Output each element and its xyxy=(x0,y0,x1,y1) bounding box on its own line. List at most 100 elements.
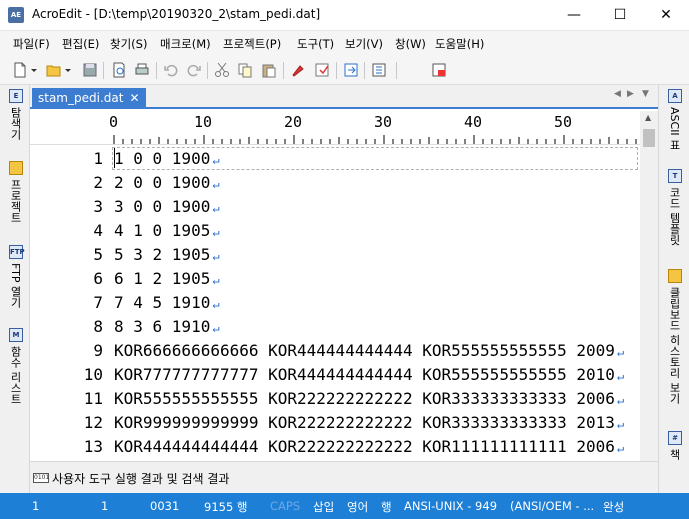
ruler-label: 0 xyxy=(109,113,119,131)
editor-line: 3 3 0 0 1900 ↵ xyxy=(30,195,640,219)
line-text[interactable]: KOR444444444444 KOR222222222222 KOR11111… xyxy=(114,435,624,460)
line-text[interactable]: 7 4 5 1910 ↵ xyxy=(114,291,220,316)
column-mode-icon[interactable] xyxy=(431,62,447,78)
eol-mark: ↵ xyxy=(616,369,625,383)
tab-stam-pedi[interactable]: stam_pedi.dat ✕ xyxy=(32,88,146,109)
line-number: 3 xyxy=(93,197,103,216)
toolbar-separator xyxy=(336,62,337,79)
ruler-label: 50 xyxy=(554,113,573,131)
line-text[interactable]: 6 1 2 1905 ↵ xyxy=(114,267,220,292)
line-number: 1 xyxy=(93,149,103,168)
new-file-icon[interactable] xyxy=(12,62,28,78)
tab-list-icon[interactable]: ▼ xyxy=(642,89,649,99)
menu-window[interactable]: 창(W) xyxy=(395,36,426,52)
paste-icon[interactable] xyxy=(261,62,277,78)
line-number: 11 xyxy=(83,389,103,408)
ascii-table-tab[interactable]: ASCII 표 xyxy=(666,107,682,150)
redo-icon[interactable] xyxy=(186,62,202,78)
line-text[interactable]: KOR555555555555 KOR222222222222 KOR33333… xyxy=(114,387,624,412)
menu-file[interactable]: 파일(F) xyxy=(13,36,50,52)
editor-line: 6 6 1 2 1905 ↵ xyxy=(30,267,640,291)
menu-project[interactable]: 프로젝트(P) xyxy=(223,36,281,52)
book-icon[interactable]: # xyxy=(668,431,682,445)
goto-icon[interactable] xyxy=(343,62,359,78)
tab-next-icon[interactable]: ▶ xyxy=(627,89,634,99)
new-file-dropdown-icon[interactable] xyxy=(30,62,38,78)
project-tab[interactable]: 프로젝트 xyxy=(7,179,23,223)
maximize-button[interactable]: ☐ xyxy=(597,0,643,31)
line-number: 2 xyxy=(93,173,103,192)
undo-icon[interactable] xyxy=(163,62,179,78)
ruler-label: 10 xyxy=(194,113,213,131)
status-encoding-detail[interactable]: (ANSI/OEM - ... xyxy=(510,499,594,513)
vertical-scrollbar[interactable]: ▲ xyxy=(640,111,658,461)
cut-icon[interactable] xyxy=(214,62,230,78)
scroll-up-icon[interactable]: ▲ xyxy=(645,113,651,122)
status-insert[interactable]: 삽입 xyxy=(313,499,334,515)
line-text[interactable]: 8 3 6 1910 ↵ xyxy=(114,315,220,340)
output-panel-bar[interactable]: 0101 사용자 도구 실행 결과 및 검색 결과 xyxy=(30,461,658,493)
line-text[interactable]: 2 0 0 1900 ↵ xyxy=(114,171,220,196)
project-icon[interactable] xyxy=(9,161,23,175)
menu-help[interactable]: 도움말(H) xyxy=(435,36,484,52)
status-char-code: 0031 xyxy=(150,499,180,513)
editor-line: 13 KOR444444444444 KOR222222222222 KOR111… xyxy=(30,435,640,459)
toolbar-separator xyxy=(396,62,397,79)
window-title: AcroEdit - [D:\temp\20190320_2\stam_pedi… xyxy=(32,7,321,21)
bookmark-icon[interactable] xyxy=(314,62,330,78)
print-preview-icon[interactable] xyxy=(111,62,127,78)
minimize-button[interactable]: — xyxy=(551,0,597,31)
function-list-tab[interactable]: 함수 리스트 xyxy=(7,346,23,405)
menu-view[interactable]: 보기(V) xyxy=(345,36,383,52)
clipboard-icon[interactable] xyxy=(668,269,682,283)
status-language[interactable]: 영어 xyxy=(347,499,368,515)
line-number: 13 xyxy=(83,437,103,456)
save-icon[interactable] xyxy=(82,62,98,78)
ftp-icon[interactable]: FTP xyxy=(9,245,25,259)
book-tab[interactable]: 책 xyxy=(666,449,682,460)
explorer-icon[interactable]: E xyxy=(9,89,23,103)
copy-icon[interactable] xyxy=(237,62,253,78)
line-text[interactable]: 3 0 0 1900 ↵ xyxy=(114,195,220,220)
explorer-tab[interactable]: 탐색기 xyxy=(7,107,23,140)
left-side-panel: E 탐색기 프로젝트 FTP FTP 열기 M 함수 리스트 xyxy=(0,85,30,493)
line-text[interactable]: 4 1 0 1905 ↵ xyxy=(114,219,220,244)
ftp-tab[interactable]: FTP 열기 xyxy=(7,263,23,308)
menu-edit[interactable]: 편집(E) xyxy=(62,36,99,52)
line-text[interactable]: KOR777777777777 KOR444444444444 KOR55555… xyxy=(114,363,624,388)
scroll-thumb[interactable] xyxy=(643,129,655,147)
open-dropdown-icon[interactable] xyxy=(64,62,72,78)
text-editor[interactable]: 1 1 0 0 1900 ↵ 2 2 0 0 1900 ↵ 3 3 0 0 1900 ↵ 4… xyxy=(30,145,640,461)
line-text[interactable]: 1 0 0 1900 ↵ xyxy=(114,147,220,172)
status-encoding[interactable]: ANSI-UNIX - 949 xyxy=(404,499,497,513)
highlight-icon[interactable] xyxy=(290,62,306,78)
close-button[interactable]: ✕ xyxy=(643,0,689,31)
status-line: 1 xyxy=(32,499,40,513)
status-ime: 완성 xyxy=(603,500,625,514)
eol-mark: ↵ xyxy=(212,321,220,335)
status-mode[interactable]: 행 xyxy=(381,499,392,515)
editor-line: 10 KOR777777777777 KOR444444444444 KOR555… xyxy=(30,363,640,387)
editor-line: 7 7 4 5 1910 ↵ xyxy=(30,291,640,315)
open-folder-icon[interactable] xyxy=(46,62,62,78)
close-tab-icon[interactable]: ✕ xyxy=(129,91,139,105)
menu-search[interactable]: 찾기(S) xyxy=(110,36,147,52)
print-icon[interactable] xyxy=(134,62,150,78)
column-ruler: 0 10 20 30 40 50 xyxy=(30,111,640,145)
clipboard-history-tab[interactable]: 클립보드 히스토리 보기 xyxy=(666,287,682,404)
line-text[interactable]: KOR999999999999 KOR222222222222 KOR33333… xyxy=(114,411,624,436)
menu-macro[interactable]: 매크로(M) xyxy=(160,36,211,52)
output-panel-label[interactable]: 사용자 도구 실행 결과 및 검색 결과 xyxy=(52,470,229,487)
status-line-count: 9155 행 xyxy=(204,500,248,514)
window-layout-icon[interactable] xyxy=(371,62,387,78)
code-template-icon[interactable]: T xyxy=(668,169,682,183)
ruler-label: 30 xyxy=(374,113,393,131)
tab-prev-icon[interactable]: ◀ xyxy=(614,89,621,99)
ascii-table-icon[interactable]: A xyxy=(668,89,682,103)
line-text[interactable]: 5 3 2 1905 ↵ xyxy=(114,243,220,268)
code-template-tab[interactable]: 코드 템플릿 xyxy=(666,187,682,246)
line-text[interactable]: KOR666666666666 KOR444444444444 KOR55555… xyxy=(114,339,624,364)
toolbar-separator xyxy=(103,62,104,79)
menu-tools[interactable]: 도구(T) xyxy=(297,36,334,52)
function-list-icon[interactable]: M xyxy=(9,328,23,342)
